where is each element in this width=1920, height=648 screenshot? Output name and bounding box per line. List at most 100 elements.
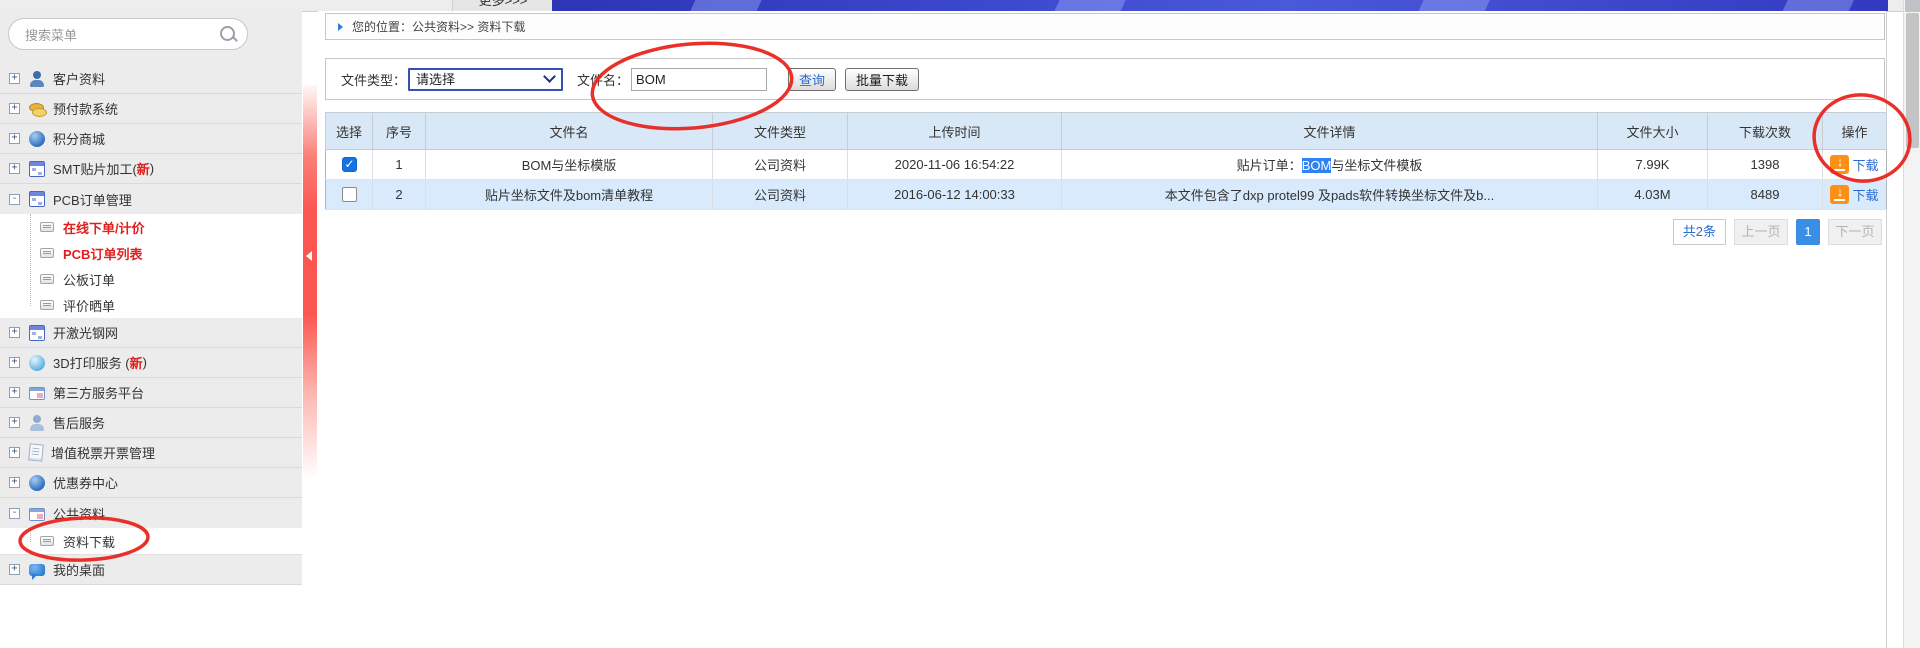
sidebar-item-coupon[interactable]: + 优惠券中心: [0, 468, 302, 498]
new-badge: 新: [130, 353, 143, 372]
sidebar-mid-segment: + 开激光钢网 + 3D打印服务 (新) + 第三方服务平台 + 售后服务 +: [0, 318, 302, 528]
file-detail-cell: 本文件包含了dxp protel99 及pads软件转换坐标文件及b...: [1062, 180, 1598, 210]
file-size-cell: 7.99K: [1598, 150, 1708, 180]
pagination: 共2条 上一页 1 下一页: [1673, 219, 1882, 245]
collapse-arrow-icon: [306, 251, 312, 261]
breadcrumb-arrow-icon: [338, 23, 343, 31]
expand-icon[interactable]: +: [9, 133, 20, 144]
page-scrollbar[interactable]: [1903, 0, 1920, 648]
menu-search-input[interactable]: [23, 23, 207, 47]
download-icon: [1830, 155, 1849, 174]
file-name-label: 文件名：: [577, 70, 629, 89]
batch-download-button[interactable]: 批量下载: [845, 68, 919, 91]
desktop-icon: [29, 564, 45, 576]
sidebar-item-laser-stencil[interactable]: + 开激光钢网: [0, 318, 302, 348]
sidebar-item-public-docs[interactable]: - 公共资料: [0, 498, 302, 528]
pcb-orders-submenu: 在线下单/计价 PCB订单列表 公板订单 评价晒单: [0, 214, 302, 318]
col-file-name: 文件名: [426, 113, 713, 150]
download-button[interactable]: 下载: [1824, 155, 1885, 174]
next-page-button[interactable]: 下一页: [1828, 219, 1882, 245]
sidebar-item-third-party[interactable]: + 第三方服务平台: [0, 378, 302, 408]
top-banner: [552, 0, 1888, 11]
expand-icon[interactable]: +: [9, 417, 20, 428]
col-file-size: 文件大小: [1598, 113, 1708, 150]
sidebar-collapse-handle[interactable]: [303, 85, 317, 480]
file-type-cell: 公司资料: [713, 150, 848, 180]
collapse-icon[interactable]: -: [9, 194, 20, 205]
expand-icon[interactable]: +: [9, 477, 20, 488]
points-mall-icon: [29, 131, 45, 147]
sidebar-item-my-desktop[interactable]: + 我的桌面: [0, 555, 302, 585]
print3d-icon: [29, 355, 45, 371]
expand-icon[interactable]: +: [9, 163, 20, 174]
col-action: 操作: [1823, 113, 1887, 150]
row-index: 1: [373, 150, 426, 180]
expand-icon[interactable]: +: [9, 327, 20, 338]
total-count: 共2条: [1673, 219, 1726, 245]
expand-icon[interactable]: +: [9, 357, 20, 368]
sidebar-item-after-sales[interactable]: + 售后服务: [0, 408, 302, 438]
collapse-icon[interactable]: -: [9, 508, 20, 519]
file-detail-cell: 贴片订单：BOM与坐标文件模板: [1062, 150, 1598, 180]
sidebar-item-customer-data[interactable]: + 客户资料: [0, 64, 302, 94]
sidebar-item-invoice[interactable]: + 增值税票开票管理: [0, 438, 302, 468]
file-name-input[interactable]: [631, 68, 767, 91]
laser-stencil-icon: [29, 325, 45, 341]
file-type-label: 文件类型：: [341, 70, 406, 89]
current-page[interactable]: 1: [1796, 219, 1820, 245]
after-sales-icon: [29, 415, 45, 431]
col-file-type: 文件类型: [713, 113, 848, 150]
row-checkbox[interactable]: [342, 157, 357, 172]
scrollbar-thumb[interactable]: [1906, 13, 1919, 148]
breadcrumb: 您的位置：公共资料>> 资料下载: [325, 13, 1885, 40]
menu-search-box[interactable]: [8, 18, 248, 50]
sidebar-item-points-mall[interactable]: + 积分商城: [0, 124, 302, 154]
action-cell: 下载: [1823, 180, 1887, 210]
sidebar-item-review-order[interactable]: 评价晒单: [0, 292, 302, 318]
table-header-row: 选择 序号 文件名 文件类型 上传时间 文件详情 文件大小 下载次数 操作: [326, 113, 1887, 150]
download-count-cell: 8489: [1708, 180, 1823, 210]
sidebar-item-smt[interactable]: + SMT贴片加工( 新): [0, 154, 302, 184]
scrollbar-top-cap: [1905, 0, 1920, 12]
invoice-icon: [28, 443, 44, 461]
submenu-icon: [40, 300, 54, 310]
file-name-cell: BOM与坐标模版: [426, 150, 713, 180]
download-button[interactable]: 下载: [1824, 185, 1885, 204]
upload-time-cell: 2020-11-06 16:54:22: [848, 150, 1062, 180]
sidebar-item-pcb-orders[interactable]: - PCB订单管理: [0, 184, 302, 214]
row-checkbox[interactable]: [342, 187, 357, 202]
prev-page-button[interactable]: 上一页: [1734, 219, 1788, 245]
submenu-icon: [40, 536, 54, 546]
col-select: 选择: [326, 113, 373, 150]
file-type-select-wrap: 请选择: [408, 68, 563, 91]
table-row: 2 贴片坐标文件及bom清单教程 公司资料 2016-06-12 14:00:3…: [326, 180, 1887, 210]
sidebar-item-pcb-order-list[interactable]: PCB订单列表: [0, 240, 302, 266]
file-size-cell: 4.03M: [1598, 180, 1708, 210]
expand-icon[interactable]: +: [9, 387, 20, 398]
file-type-cell: 公司资料: [713, 180, 848, 210]
expand-icon[interactable]: +: [9, 103, 20, 114]
sidebar-item-prepayment[interactable]: + 预付款系统: [0, 94, 302, 124]
submenu-icon: [40, 274, 54, 284]
col-index: 序号: [373, 113, 426, 150]
download-count-cell: 1398: [1708, 150, 1823, 180]
row-index: 2: [373, 180, 426, 210]
files-table: 选择 序号 文件名 文件类型 上传时间 文件详情 文件大小 下载次数 操作 1 …: [325, 112, 1887, 210]
file-type-select[interactable]: 请选择: [408, 68, 563, 91]
sidebar-item-docs-download[interactable]: 资料下载: [0, 528, 302, 554]
prepayment-icon: [29, 101, 45, 117]
sidebar-item-public-board-order[interactable]: 公板订单: [0, 266, 302, 292]
search-icon[interactable]: [220, 26, 235, 41]
sidebar-item-online-order[interactable]: 在线下单/计价: [0, 214, 302, 240]
col-download-count: 下载次数: [1708, 113, 1823, 150]
expand-icon[interactable]: +: [9, 564, 20, 575]
expand-icon[interactable]: +: [9, 73, 20, 84]
sidebar: + 客户资料 + 预付款系统 + 积分商城 + SMT贴片加工( 新) -: [0, 11, 302, 648]
expand-icon[interactable]: +: [9, 447, 20, 458]
sidebar-item-3d-print[interactable]: + 3D打印服务 (新): [0, 348, 302, 378]
customer-icon: [29, 71, 45, 87]
coupon-icon: [29, 475, 45, 491]
query-button[interactable]: 查询: [788, 68, 836, 91]
col-upload-time: 上传时间: [848, 113, 1062, 150]
col-file-detail: 文件详情: [1062, 113, 1598, 150]
